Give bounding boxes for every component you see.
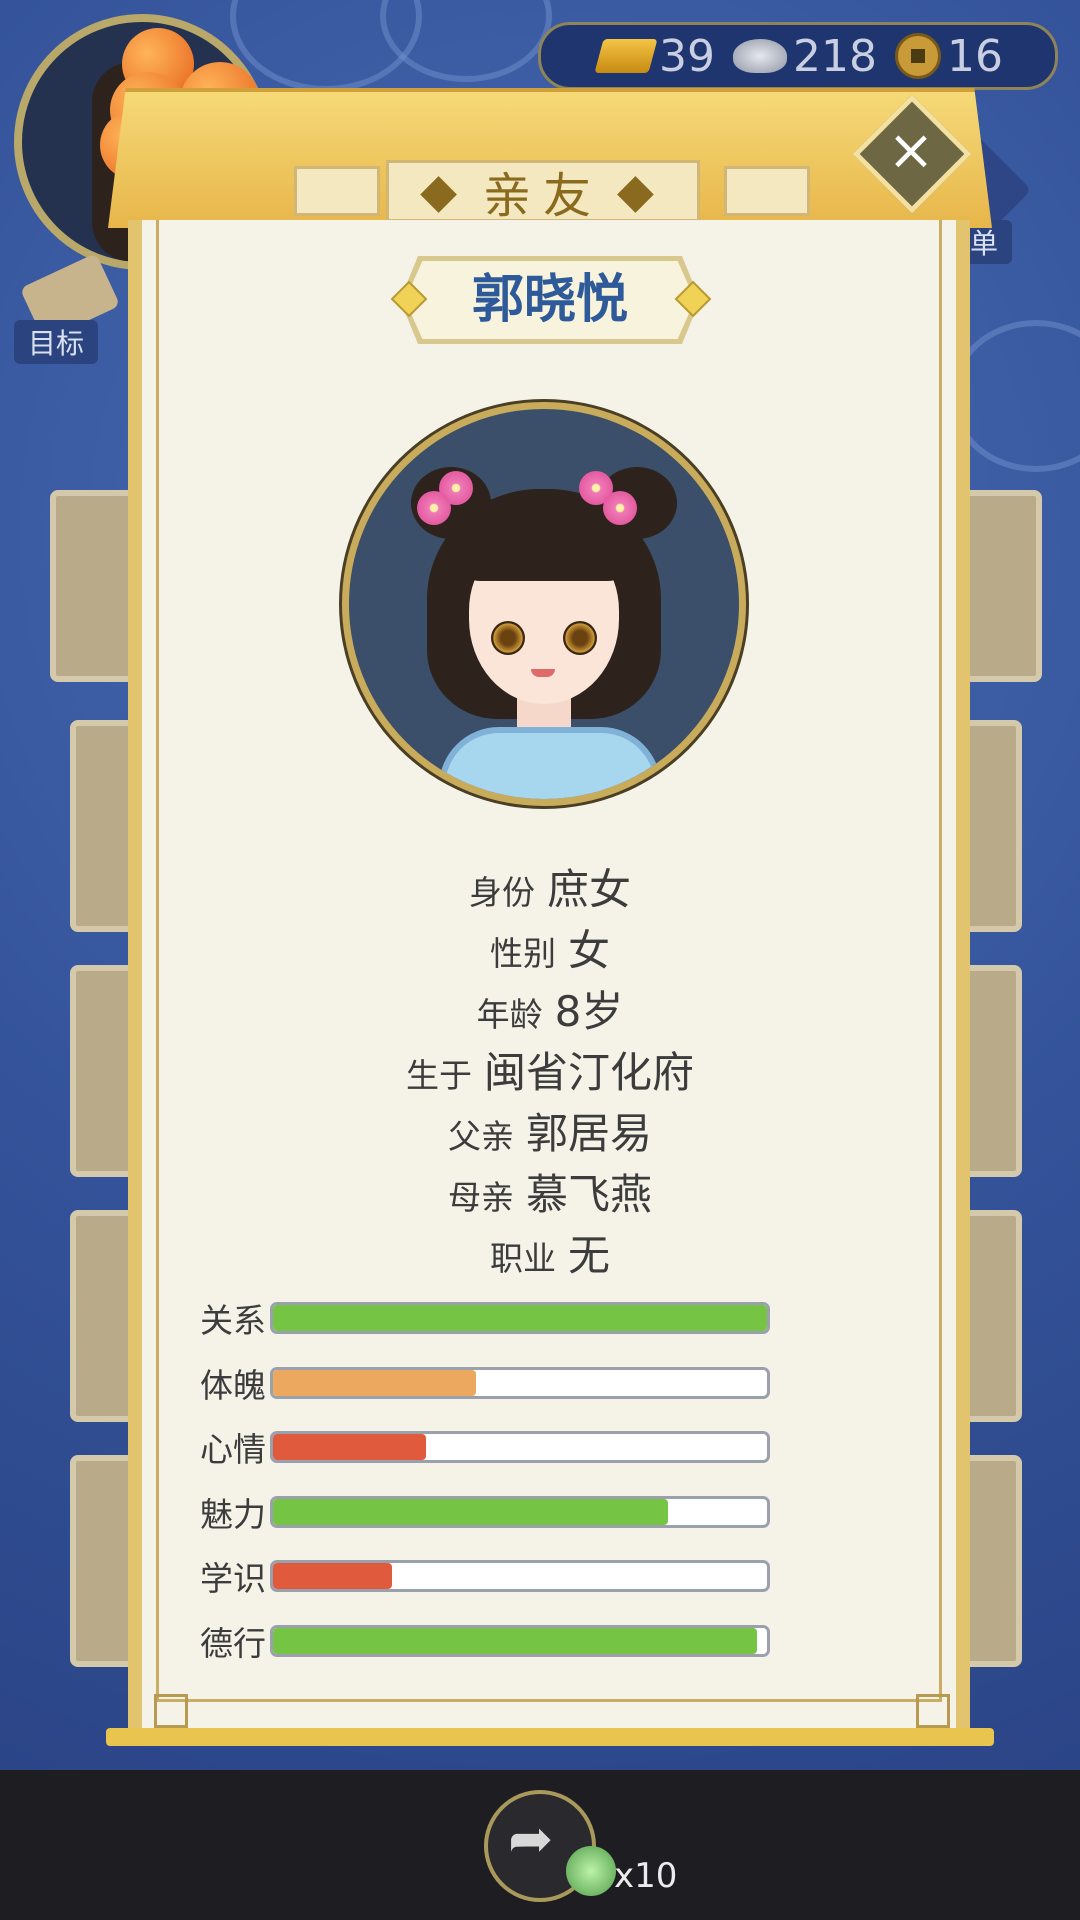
stat-bar-fill	[273, 1369, 476, 1396]
info-row-father: 父亲 郭居易	[108, 1100, 992, 1161]
stat-label: 心情	[200, 1430, 266, 1470]
info-value: 郭居易	[525, 1109, 652, 1158]
dialog-title: 亲友	[482, 168, 603, 224]
relative-info-dialog: ◆ 亲友 ◆ × 郭晓悦 身份 庶女 性别 女 年龄 8岁 生于 闽省汀化府 父…	[106, 88, 994, 1748]
diamond-icon: ◆	[617, 163, 666, 219]
stat-bar-fill	[273, 1305, 767, 1332]
eye	[491, 621, 525, 655]
info-label: 身份	[468, 873, 535, 912]
info-row-birthplace: 生于 闽省汀化府	[108, 1039, 992, 1100]
flower-icon	[417, 491, 451, 525]
header-decoration	[724, 166, 810, 216]
stat-charm: 魅力	[200, 1480, 900, 1545]
silver-resource: 218	[733, 31, 877, 82]
info-label: 年龄	[476, 995, 543, 1034]
silver-count: 218	[793, 30, 877, 82]
character-name: 郭晓悦	[471, 270, 628, 330]
stat-label: 德行	[200, 1623, 266, 1663]
share-icon[interactable]: ➦	[508, 1810, 566, 1868]
resource-bar: 39 218 16	[538, 22, 1058, 90]
info-label: 父亲	[447, 1117, 514, 1156]
info-label: 性别	[489, 934, 556, 973]
stat-bar	[270, 1431, 770, 1464]
info-row-gender: 性别 女	[108, 917, 992, 978]
info-value: 慕飞燕	[525, 1170, 652, 1219]
info-value: 闽省汀化府	[483, 1048, 694, 1097]
character-info: 身份 庶女 性别 女 年龄 8岁 生于 闽省汀化府 父亲 郭居易 母亲 慕飞燕 …	[108, 856, 992, 1283]
stat-label: 学识	[200, 1559, 266, 1599]
cloud-decoration	[380, 0, 552, 82]
scroll-rod	[106, 1728, 994, 1746]
name-plate: 郭晓悦	[390, 256, 712, 344]
diamond-icon: ◆	[420, 163, 469, 219]
stat-physique: 体魄	[200, 1351, 900, 1416]
bangs	[465, 519, 623, 581]
stat-knowledge: 学识	[200, 1544, 900, 1609]
goal-button[interactable]: 目标	[14, 320, 99, 364]
coin-count: 16	[946, 30, 1003, 82]
gold-resource: 39	[594, 30, 715, 82]
header-decoration	[294, 166, 380, 216]
close-icon[interactable]: ×	[876, 116, 946, 186]
share-count: x10	[614, 1856, 678, 1896]
stat-bar	[270, 1302, 770, 1335]
info-label: 生于	[405, 1056, 472, 1095]
flower-icon	[603, 491, 637, 525]
stat-bar-fill	[273, 1434, 427, 1461]
corner-ornament	[154, 1694, 188, 1728]
stat-bar	[270, 1495, 770, 1528]
info-value: 女	[567, 926, 610, 975]
stat-bar-fill	[273, 1627, 758, 1654]
eye	[563, 621, 597, 655]
stat-bar-fill	[273, 1563, 392, 1590]
stat-bar	[270, 1560, 770, 1593]
stat-virtue: 德行	[200, 1609, 900, 1674]
info-row-mother: 母亲 慕飞燕	[108, 1161, 992, 1222]
stat-bar	[270, 1366, 770, 1399]
gold-count: 39	[659, 30, 715, 82]
corner-ornament	[916, 1694, 950, 1728]
info-label: 职业	[489, 1239, 556, 1278]
info-row-age: 年龄 8岁	[108, 978, 992, 1039]
character-portrait	[342, 402, 746, 806]
silver-ingot-icon	[733, 39, 787, 73]
info-value: 无	[567, 1231, 610, 1280]
jade-token-icon	[566, 1846, 616, 1896]
stat-label: 体魄	[200, 1365, 266, 1405]
gold-ingot-icon	[594, 39, 658, 73]
stat-mood: 心情	[200, 1415, 900, 1480]
stat-bars: 关系 体魄 心情 魅力 学识 德行	[200, 1286, 900, 1673]
coin-resource: 16	[894, 30, 1003, 82]
stat-relationship: 关系	[200, 1286, 900, 1351]
dress	[439, 727, 661, 799]
info-value: 8岁	[554, 987, 624, 1036]
stat-label: 关系	[200, 1301, 266, 1341]
info-label: 母亲	[447, 1178, 514, 1217]
info-row-occupation: 职业 无	[108, 1222, 992, 1283]
stat-bar	[270, 1624, 770, 1657]
copper-coin-icon	[894, 33, 941, 79]
dialog-title-plate: ◆ 亲友 ◆	[386, 160, 700, 224]
info-row-identity: 身份 庶女	[108, 856, 992, 917]
stat-bar-fill	[273, 1498, 669, 1525]
info-value: 庶女	[546, 865, 631, 914]
stat-label: 魅力	[200, 1494, 266, 1534]
